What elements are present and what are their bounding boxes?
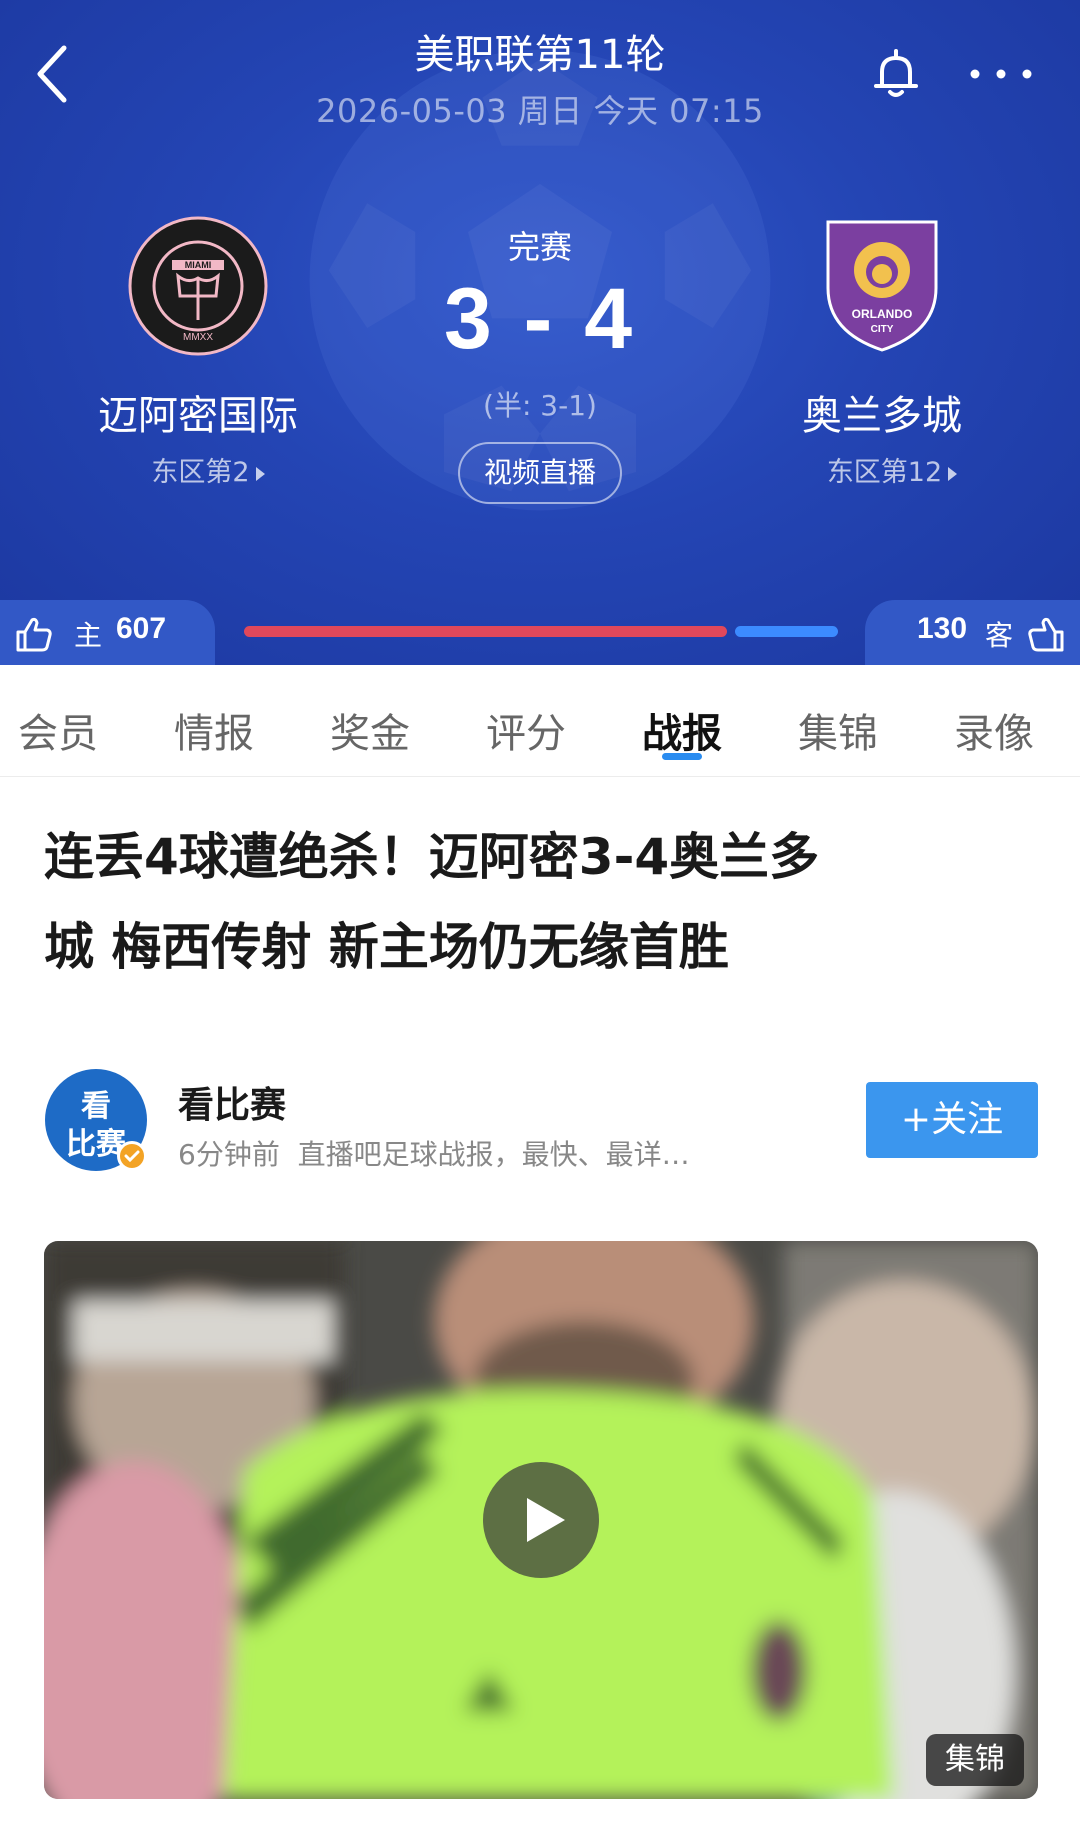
tab-replay[interactable]: 录像 [934, 701, 1054, 759]
content-tabs: 会员 情报 奖金 评分 战报 集锦 录像 [0, 665, 1080, 777]
inter-miami-crest-icon: MIAMI MMXX [128, 216, 268, 356]
author-name[interactable]: 看比赛 [178, 1076, 286, 1128]
home-rank-text: 东区第2 [151, 457, 250, 488]
home-team-logo[interactable]: MIAMI MMXX [128, 216, 268, 356]
svg-text:MMXX: MMXX [183, 332, 213, 343]
tab-rating[interactable]: 评分 [466, 701, 586, 759]
support-vote-bar: 主 607 130 客 [0, 600, 1080, 665]
tab-highlights[interactable]: 集锦 [778, 701, 898, 759]
author-avatar[interactable]: 看 比赛 [45, 1069, 147, 1171]
more-dots-icon [970, 69, 1032, 79]
orlando-city-crest-icon: ORLANDO CITY [826, 220, 938, 352]
away-team-name[interactable]: 奥兰多城 [732, 383, 1032, 441]
play-icon [527, 1498, 565, 1542]
svg-text:CITY: CITY [871, 324, 894, 335]
publish-time: 6分钟前 [178, 1138, 280, 1171]
thumbs-up-icon [1028, 617, 1064, 652]
video-live-button[interactable]: 视频直播 [458, 442, 622, 504]
halftime-score: (半: 3-1) [483, 389, 597, 422]
follow-button[interactable]: +关注 [866, 1082, 1038, 1158]
more-button[interactable] [966, 52, 1036, 96]
match-header: 美职联第11轮 2026-05-03 周日 今天 07:15 MIAMI MMX… [0, 0, 1080, 665]
svg-text:ORLANDO: ORLANDO [852, 307, 913, 321]
away-rank-text: 东区第12 [826, 457, 943, 488]
tab-bonus[interactable]: 奖金 [310, 701, 430, 759]
author-meta: 6分钟前 直播吧足球战报，最快、最详… [178, 1133, 818, 1173]
caret-right-icon [255, 466, 265, 481]
article-headline: 连丢4球遭绝杀！迈阿密3-4奥兰多 城 梅西传射 新主场仍无缘首胜 [44, 812, 1044, 992]
vote-home-button[interactable]: 主 607 [0, 600, 215, 665]
home-team-rank[interactable]: 东区第2 [58, 450, 358, 489]
vote-home-count: 607 [116, 612, 167, 645]
notification-button[interactable] [868, 46, 924, 102]
active-tab-indicator [662, 753, 702, 760]
svg-text:MIAMI: MIAMI [185, 260, 212, 270]
home-team-name[interactable]: 迈阿密国际 [48, 383, 348, 441]
tab-member[interactable]: 会员 [0, 701, 118, 759]
match-status: 完赛 [507, 228, 572, 266]
vote-away-label: 客 [985, 619, 1014, 652]
nav-bar: 美职联第11轮 2026-05-03 周日 今天 07:15 [0, 0, 1080, 130]
away-team-rank[interactable]: 东区第12 [742, 450, 1042, 489]
video-type-badge: 集锦 [926, 1734, 1024, 1786]
play-button[interactable] [483, 1462, 599, 1578]
tab-intel[interactable]: 情报 [154, 701, 274, 759]
away-team-logo[interactable]: ORLANDO CITY [822, 214, 942, 354]
author-description: 直播吧足球战报，最快、最详… [297, 1138, 690, 1171]
tab-report[interactable]: 战报 [622, 701, 742, 759]
highlight-video-card[interactable]: 集锦 [44, 1241, 1038, 1799]
caret-right-icon [948, 466, 958, 481]
vote-home-label: 主 [74, 619, 103, 652]
vote-away-count: 130 [917, 612, 968, 645]
headline-line-1: 连丢4球遭绝杀！迈阿密3-4奥兰多 [44, 828, 820, 886]
headline-line-2: 城 梅西传射 新主场仍无缘首胜 [44, 918, 729, 976]
match-score: 3 - 4 [443, 271, 637, 367]
vote-home-share-bar [244, 626, 727, 637]
bell-icon [874, 49, 918, 97]
vote-away-share-bar [735, 626, 838, 637]
verified-badge-icon [117, 1141, 147, 1171]
vote-away-button[interactable]: 130 客 [865, 600, 1080, 665]
thumbs-up-icon [16, 617, 52, 652]
